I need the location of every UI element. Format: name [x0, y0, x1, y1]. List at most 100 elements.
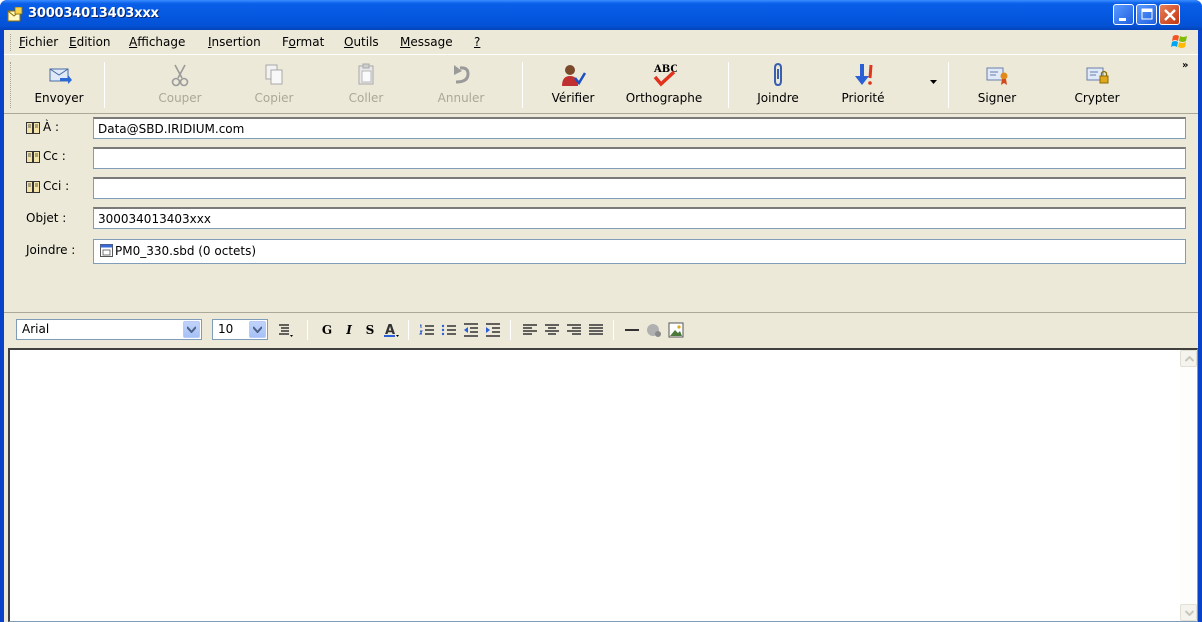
font-value: Arial [22, 322, 50, 336]
menu-grip[interactable] [10, 34, 13, 51]
menu-help[interactable]: ? [474, 35, 480, 49]
toolbar-overflow-chevron[interactable]: » [1182, 60, 1188, 71]
attachment-field[interactable]: PM0_330.sbd (0 octets) [93, 239, 1186, 264]
lock-icon [1086, 67, 1109, 84]
paperclip-icon [774, 62, 782, 87]
to-label: À : [43, 120, 60, 134]
bullet-list-icon [441, 324, 456, 336]
menu-affichage[interactable]: Affichage [129, 35, 185, 49]
title-bar[interactable]: 300034013403xxx [0, 0, 1202, 30]
address-book-icon[interactable] [26, 181, 40, 193]
align-right-button[interactable] [565, 321, 583, 339]
italic-button[interactable]: I [340, 321, 358, 339]
font-dropdown-arrow[interactable] [183, 321, 200, 338]
cc-field[interactable] [93, 147, 1186, 169]
paste-button[interactable]: Coller [326, 58, 406, 112]
decrease-indent-button[interactable] [462, 321, 480, 339]
close-icon [1164, 9, 1176, 21]
undo-button[interactable]: Annuler [421, 58, 501, 112]
size-dropdown-arrow[interactable] [249, 321, 266, 338]
menu-bar: Fichier Edition Affichage Insertion Form… [4, 30, 1198, 55]
increase-indent-icon [486, 323, 500, 337]
cut-label: Couper [158, 91, 202, 105]
priority-button[interactable]: Priorité [828, 58, 898, 112]
subject-label: Objet : [26, 211, 67, 225]
justify-button[interactable] [587, 321, 605, 339]
insert-link-button[interactable] [645, 321, 663, 339]
menu-edition[interactable]: Edition [69, 35, 111, 49]
sign-button[interactable]: Signer [964, 58, 1030, 112]
font-size-value: 10 [218, 322, 234, 336]
bold-button[interactable]: G [318, 321, 336, 339]
menu-outils[interactable]: Outils [344, 35, 379, 49]
formatting-toolbar: Arial 10 G I S A [4, 312, 1198, 344]
align-left-button[interactable] [521, 321, 539, 339]
maximize-icon [1141, 8, 1153, 20]
insert-image-button[interactable] [667, 321, 685, 339]
vertical-scrollbar[interactable] [1180, 350, 1197, 621]
encrypt-button[interactable]: Crypter [1062, 58, 1132, 112]
check-names-button[interactable]: Vérifier [540, 58, 606, 112]
compose-window: 300034013403xxx Fichier Edition Affichag… [0, 0, 1202, 622]
scroll-down-button[interactable] [1180, 604, 1197, 621]
paragraph-style-button[interactable] [276, 321, 294, 339]
menu-format[interactable]: Format [282, 35, 324, 49]
priority-dropdown-icon[interactable] [930, 80, 937, 84]
toolbar-grip[interactable] [10, 62, 13, 108]
check-label: Vérifier [551, 91, 595, 105]
client-area: Fichier Edition Affichage Insertion Form… [4, 30, 1198, 622]
address-book-icon[interactable] [26, 122, 40, 134]
copy-button[interactable]: Copier [234, 58, 314, 112]
attach-label: Joindre [757, 91, 799, 105]
sign-label: Signer [977, 91, 1017, 105]
message-body[interactable] [8, 348, 1198, 622]
scissors-icon [171, 64, 189, 87]
paragraph-style-icon [279, 324, 293, 337]
spelling-button[interactable]: ABC Orthographe [619, 58, 709, 112]
header-fields: À : Data@SBD.IRIDIUM.com Cc : Cci : Obje… [4, 115, 1198, 305]
undo-label: Annuler [437, 91, 485, 105]
horizontal-line-button[interactable] [623, 321, 641, 339]
menu-insertion[interactable]: Insertion [208, 35, 261, 49]
file-icon [100, 244, 113, 257]
numbered-list-icon [419, 324, 434, 335]
priority-label: Priorité [841, 91, 885, 105]
numbered-list-button[interactable] [418, 321, 436, 339]
send-label: Envoyer [34, 91, 84, 105]
clipboard-icon [358, 63, 374, 85]
font-select[interactable]: Arial [16, 319, 202, 340]
spelling-icon: ABC [653, 64, 677, 87]
subject-field[interactable]: 300034013403xxx [93, 207, 1186, 229]
horizontal-line-icon [625, 329, 639, 331]
font-color-button[interactable]: A [382, 321, 400, 339]
underline-button[interactable]: S [361, 321, 379, 339]
paste-label: Coller [348, 91, 384, 105]
decrease-indent-icon [464, 323, 478, 337]
encrypt-label: Crypter [1074, 91, 1120, 105]
align-left-icon [523, 324, 537, 335]
increase-indent-button[interactable] [484, 321, 502, 339]
attach-button[interactable]: Joindre [744, 58, 812, 112]
font-size-select[interactable]: 10 [212, 319, 268, 340]
window-title: 300034013403xxx [28, 6, 159, 21]
maximize-button[interactable] [1136, 4, 1157, 25]
menu-fichier[interactable]: Fichier [19, 35, 58, 49]
windows-logo-icon [1171, 35, 1187, 48]
chevron-up-icon [1185, 356, 1194, 362]
scroll-up-button[interactable] [1180, 350, 1197, 367]
justify-icon [589, 324, 603, 335]
cut-button[interactable]: Couper [140, 58, 220, 112]
send-button[interactable]: Envoyer [18, 58, 100, 112]
bullet-list-button[interactable] [440, 321, 458, 339]
address-book-icon[interactable] [26, 151, 40, 163]
attach-field-label: Joindre : [26, 243, 76, 257]
to-field[interactable]: Data@SBD.IRIDIUM.com [93, 117, 1186, 139]
priority-icon [855, 64, 873, 85]
close-button[interactable] [1159, 4, 1180, 25]
align-center-button[interactable] [543, 321, 561, 339]
minimize-icon [1119, 18, 1126, 21]
send-icon [49, 68, 72, 84]
bcc-field[interactable] [93, 177, 1186, 199]
minimize-button[interactable] [1113, 4, 1134, 25]
menu-message[interactable]: Message [400, 35, 453, 49]
